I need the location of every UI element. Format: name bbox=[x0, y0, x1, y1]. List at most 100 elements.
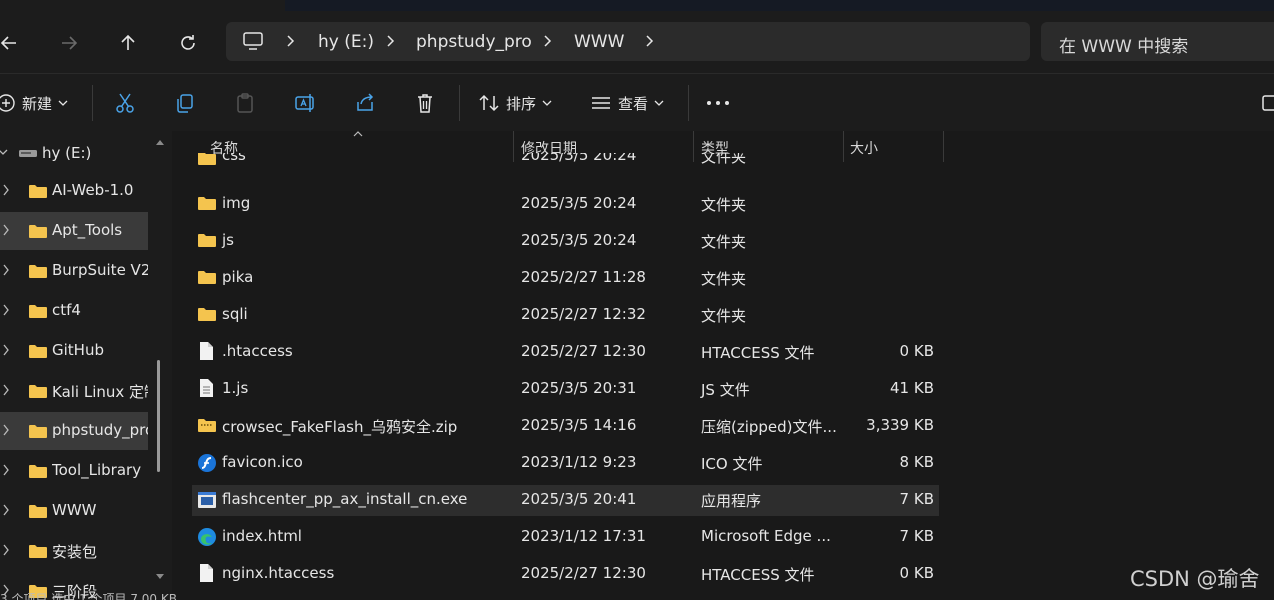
rename-button[interactable] bbox=[294, 88, 316, 118]
delete-button[interactable] bbox=[414, 88, 436, 118]
nav-item-phpstudy[interactable]: phpstudy_pro bbox=[0, 412, 148, 450]
chevron-right-icon[interactable] bbox=[386, 34, 396, 48]
chevron-right-icon[interactable] bbox=[2, 464, 10, 476]
copy-button[interactable] bbox=[174, 88, 196, 118]
view-label: 查看 bbox=[618, 94, 649, 113]
share-icon bbox=[357, 93, 374, 111]
window-top-strip bbox=[285, 0, 1274, 11]
nav-item-ai-web[interactable]: AI-Web-1.0 bbox=[0, 172, 148, 208]
divider bbox=[459, 85, 460, 121]
text-file-icon bbox=[200, 379, 213, 397]
file-size: 0 KB bbox=[899, 342, 934, 360]
nav-item-burpsuite[interactable]: BurpSuite V2( bbox=[0, 252, 148, 288]
share-button[interactable] bbox=[354, 88, 376, 118]
chevron-right-icon[interactable] bbox=[2, 384, 10, 396]
more-options-button[interactable] bbox=[706, 88, 730, 118]
search-input[interactable]: 在 WWW 中搜索 bbox=[1041, 22, 1274, 61]
file-date: 2025/3/5 20:41 bbox=[521, 490, 637, 508]
new-button[interactable]: 新建 bbox=[0, 88, 68, 118]
watermark: CSDN @瑜舍 bbox=[1130, 567, 1260, 591]
navigation-pane: hy (E:) AI-Web-1.0 Apt_Tools BurpSuite V… bbox=[0, 131, 172, 600]
arrow-left-icon bbox=[0, 36, 16, 50]
nav-label: hy (E:) bbox=[42, 144, 92, 162]
chevron-right-icon[interactable] bbox=[2, 544, 10, 556]
view-button[interactable]: 查看 bbox=[590, 88, 664, 118]
chevron-right-icon[interactable] bbox=[286, 34, 296, 48]
sort-button[interactable]: 排序 bbox=[478, 88, 552, 118]
file-date: 2023/1/12 17:31 bbox=[521, 527, 646, 545]
file-name: sqli bbox=[222, 305, 248, 323]
paste-button[interactable] bbox=[234, 88, 256, 118]
nav-item-www[interactable]: WWW bbox=[0, 492, 148, 528]
file-row[interactable]: nginx.htaccess 2025/2/27 12:30 HTACCESS … bbox=[192, 559, 939, 590]
file-type: HTACCESS 文件 bbox=[701, 344, 815, 362]
chevron-right-icon[interactable] bbox=[2, 184, 10, 196]
search-placeholder: 在 WWW 中搜索 bbox=[1059, 37, 1189, 57]
divider bbox=[688, 85, 689, 121]
cut-button[interactable] bbox=[114, 88, 136, 118]
file-row[interactable]: css 2025/3/5 20:24 文件夹 bbox=[192, 153, 939, 177]
chevron-right-icon[interactable] bbox=[543, 34, 553, 48]
file-size: 7 KB bbox=[899, 527, 934, 545]
nav-item-ctf4[interactable]: ctf4 bbox=[0, 292, 148, 328]
chevron-right-icon[interactable] bbox=[2, 344, 10, 356]
chevron-right-icon[interactable] bbox=[645, 34, 655, 48]
file-row[interactable]: sqli 2025/2/27 12:32 文件夹 bbox=[192, 300, 939, 331]
file-row[interactable]: .htaccess 2025/2/27 12:30 HTACCESS 文件 0 … bbox=[192, 337, 939, 368]
folder-icon bbox=[29, 425, 47, 438]
file-row[interactable]: index.html 2023/1/12 17:31 Microsoft Edg… bbox=[192, 522, 939, 553]
file-row[interactable]: flashcenter_pp_ax_install_cn.exe 2025/3/… bbox=[192, 485, 939, 516]
chevron-down-icon[interactable] bbox=[0, 148, 8, 156]
scroll-up-arrow-icon[interactable] bbox=[156, 139, 164, 145]
chevron-right-icon[interactable] bbox=[2, 264, 10, 276]
file-row[interactable]: favicon.ico 2023/1/12 9:23 ICO 文件 8 KB bbox=[192, 448, 939, 479]
file-name: 1.js bbox=[222, 379, 249, 397]
file-size: 41 KB bbox=[890, 379, 934, 397]
file-type: 文件夹 bbox=[701, 153, 747, 166]
nav-item-tool-library[interactable]: Tool_Library bbox=[0, 452, 148, 488]
nav-scrollbar-thumb[interactable] bbox=[157, 360, 160, 472]
nav-item-kali-linux[interactable]: Kali Linux 定制 bbox=[0, 372, 148, 408]
file-name: js bbox=[222, 231, 234, 249]
file-row[interactable]: img 2025/3/5 20:24 文件夹 bbox=[192, 189, 939, 220]
file-size: 8 KB bbox=[899, 453, 934, 471]
refresh-button[interactable] bbox=[171, 29, 205, 57]
sort-ascending-icon bbox=[353, 131, 363, 137]
file-date: 2025/3/5 20:24 bbox=[521, 231, 637, 249]
folder-icon bbox=[29, 545, 47, 558]
nav-label: 安装包 bbox=[52, 543, 98, 561]
folder-icon bbox=[29, 345, 47, 358]
breadcrumb-phpstudy[interactable]: phpstudy_pro bbox=[416, 32, 532, 52]
chevron-right-icon[interactable] bbox=[2, 504, 10, 516]
nav-item-drive[interactable]: hy (E:) bbox=[0, 135, 148, 171]
exe-icon bbox=[198, 492, 216, 508]
nav-label: Tool_Library bbox=[52, 461, 142, 479]
details-pane-button[interactable] bbox=[1261, 88, 1274, 118]
more-horizontal-icon bbox=[707, 101, 729, 105]
folder-icon bbox=[198, 197, 216, 210]
back-button[interactable] bbox=[0, 29, 26, 57]
file-row[interactable]: js 2025/3/5 20:24 文件夹 bbox=[192, 226, 939, 257]
file-date: 2025/3/5 20:31 bbox=[521, 379, 637, 397]
file-row[interactable]: 1.js 2025/3/5 20:31 JS 文件 41 KB bbox=[192, 374, 939, 405]
column-divider[interactable] bbox=[943, 131, 944, 162]
breadcrumb-drive[interactable]: hy (E:) bbox=[318, 32, 374, 52]
chevron-right-icon[interactable] bbox=[2, 224, 10, 236]
folder-icon bbox=[198, 153, 216, 165]
nav-item-apt-tools[interactable]: Apt_Tools bbox=[0, 212, 148, 250]
file-row[interactable]: crowsec_FakeFlash_乌鸦安全.zip 2025/3/5 14:1… bbox=[192, 411, 939, 442]
file-name: css bbox=[222, 153, 246, 164]
chevron-down-icon bbox=[58, 100, 68, 106]
up-button[interactable] bbox=[111, 29, 145, 57]
chevron-right-icon[interactable] bbox=[2, 424, 10, 436]
nav-label: ctf4 bbox=[52, 301, 81, 319]
file-row[interactable]: pika 2025/2/27 11:28 文件夹 bbox=[192, 263, 939, 294]
nav-item-installers[interactable]: 安装包 bbox=[0, 532, 148, 568]
address-bar[interactable]: hy (E:) phpstudy_pro WWW bbox=[226, 22, 1030, 61]
forward-button[interactable] bbox=[52, 29, 86, 57]
nav-item-github[interactable]: GitHub bbox=[0, 332, 148, 368]
breadcrumb-www[interactable]: WWW bbox=[574, 32, 624, 52]
scroll-down-arrow-icon[interactable] bbox=[156, 574, 164, 580]
chevron-right-icon[interactable] bbox=[2, 304, 10, 316]
view-list-icon bbox=[592, 97, 610, 109]
